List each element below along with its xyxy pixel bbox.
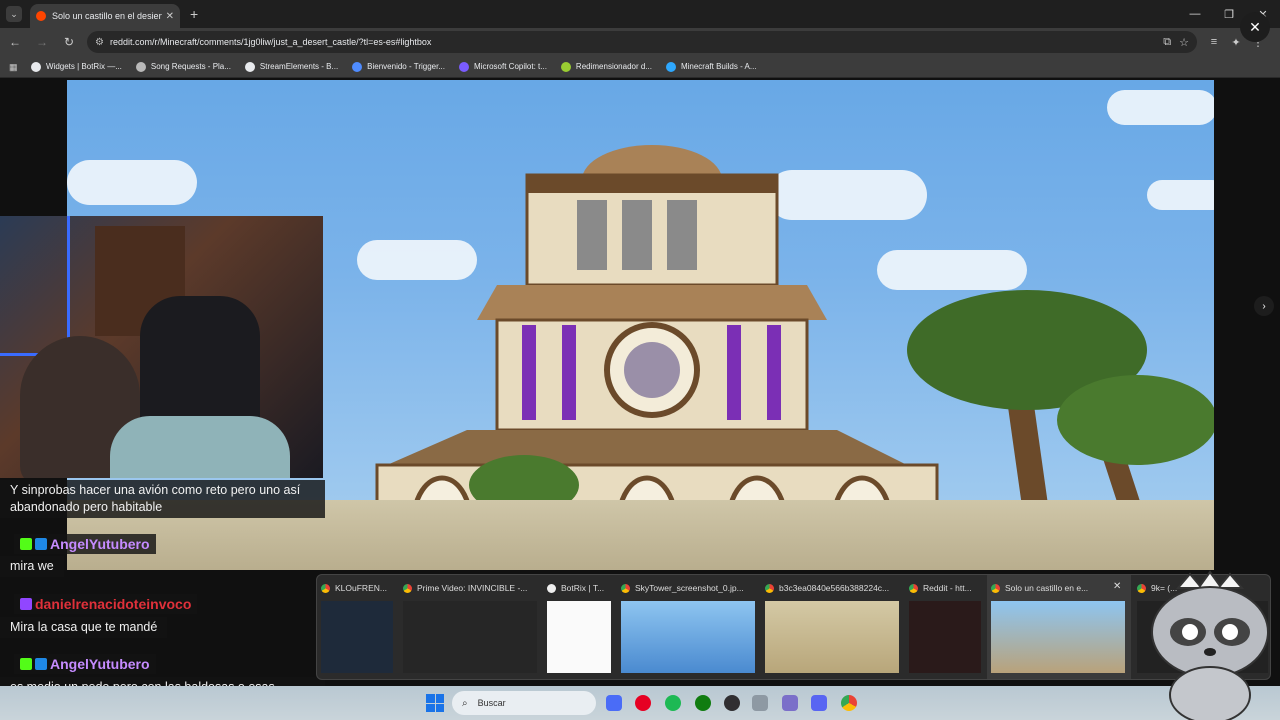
preview-thumbnail	[547, 601, 611, 673]
neon-frame	[0, 216, 70, 356]
close-lightbox-button[interactable]: ✕	[1240, 12, 1270, 42]
close-preview-icon[interactable]: ✕	[1113, 581, 1121, 592]
chat-message: Y sinprobas hacer una avión como reto pe…	[0, 480, 325, 518]
bookmark-item[interactable]: Widgets | BotRix —...	[31, 61, 122, 72]
bookmark-favicon-icon	[244, 61, 255, 72]
url-text: reddit.com/r/Minecraft/comments/1jg0liw/…	[109, 37, 432, 47]
reading-list-icon[interactable]: ≡	[1203, 36, 1225, 49]
bookmark-item[interactable]: Microsoft Copilot: t...	[459, 61, 547, 72]
forward-icon[interactable]: →	[30, 30, 54, 54]
botrix-icon	[547, 583, 556, 593]
chat-username: danielrenacidoteinvoco	[14, 594, 198, 614]
tab-close-icon[interactable]: ✕	[166, 11, 174, 22]
chrome-icon	[765, 583, 774, 593]
task-preview-active[interactable]: Solo un castillo en e... ✕	[987, 575, 1131, 679]
preview-thumbnail	[321, 601, 393, 673]
spotify-icon[interactable]	[665, 695, 681, 711]
bookmark-favicon-icon	[135, 61, 146, 72]
chat-username: AngelYutubero	[14, 534, 156, 554]
task-preview[interactable]: b3c3ea0840e566b388224c...	[761, 575, 903, 679]
cloud	[67, 160, 197, 205]
chrome-taskbar-icon[interactable]	[841, 695, 857, 711]
twitch-badge-icon	[20, 598, 32, 610]
windows-start-icon[interactable]	[426, 694, 444, 712]
chat-message: mira we	[0, 556, 64, 577]
xbox-icon[interactable]	[695, 695, 711, 711]
bookmark-favicon-icon	[560, 61, 571, 72]
app-icon[interactable]	[782, 695, 798, 711]
hoodie	[110, 416, 290, 478]
site-info-icon[interactable]: ⚙	[95, 37, 104, 48]
new-tab-icon[interactable]: +	[190, 6, 198, 22]
kick-badge-icon	[20, 538, 32, 550]
chrome-icon	[909, 583, 918, 593]
address-bar[interactable]: ⚙ reddit.com/r/Minecraft/comments/1jg0li…	[87, 31, 1197, 53]
next-image-button[interactable]: ›	[1254, 296, 1274, 316]
task-preview[interactable]: SkyTower_screenshot_0.jp...	[617, 575, 759, 679]
task-preview[interactable]: Prime Video: INVINCIBLE -...	[399, 575, 541, 679]
cloud	[1147, 180, 1214, 210]
kick-badge-icon	[20, 658, 32, 670]
bookmark-item[interactable]: Bienvenido - Trigger...	[352, 61, 445, 72]
bookmark-star-icon[interactable]: ☆	[1179, 36, 1189, 49]
bookmark-favicon-icon	[31, 61, 41, 72]
tab-title: Solo un castillo en el desierto.	[52, 11, 162, 21]
verified-badge-icon	[35, 658, 47, 670]
minimize-icon[interactable]: —	[1178, 0, 1212, 28]
chrome-icon	[1137, 583, 1146, 593]
cloud	[1107, 90, 1214, 125]
task-preview[interactable]: KLOuFREN...	[317, 575, 397, 679]
bookmark-favicon-icon	[459, 61, 469, 72]
app-icon[interactable]	[606, 695, 622, 711]
task-preview[interactable]: BotRix | T...	[543, 575, 615, 679]
task-preview[interactable]: Reddit - htt...	[905, 575, 985, 679]
preview-thumbnail	[991, 601, 1125, 673]
reddit-favicon-icon	[36, 11, 46, 21]
pinterest-icon[interactable]	[635, 695, 651, 711]
tab-reddit[interactable]: Solo un castillo en el desierto. ✕	[30, 4, 180, 28]
bookmark-item[interactable]: StreamElements - B...	[244, 61, 338, 72]
chrome-icon	[621, 583, 630, 593]
back-icon[interactable]: ←	[3, 30, 27, 54]
bookmarks-bar: ▦ Widgets | BotRix —... Song Requests - …	[0, 56, 1280, 78]
app-icon[interactable]	[752, 695, 768, 711]
bookmark-item[interactable]: Redimensionador d...	[560, 61, 652, 72]
discord-icon[interactable]	[811, 695, 827, 711]
webcam-feed	[0, 216, 323, 478]
chat-message: Mira la casa que te mandé	[0, 617, 168, 638]
windows-taskbar: ⌕ Buscar	[0, 686, 1280, 720]
install-icon[interactable]: ⧉	[1163, 36, 1171, 49]
obs-icon[interactable]	[724, 695, 740, 711]
preview-thumbnail	[621, 601, 755, 673]
chrome-icon	[991, 583, 1000, 593]
tab-search-icon[interactable]: ⌄	[6, 6, 22, 22]
reload-icon[interactable]: ↻	[57, 30, 81, 54]
tab-strip: ⌄ Solo un castillo en el desierto. ✕ + —…	[0, 0, 1280, 28]
verified-badge-icon	[35, 538, 47, 550]
taskbar-preview-strip: KLOuFREN... Prime Video: INVINCIBLE -...…	[316, 574, 1271, 680]
search-icon: ⌕	[462, 697, 468, 709]
bookmark-favicon-icon	[665, 61, 676, 72]
browser-toolbar: ← → ↻ ⚙ reddit.com/r/Minecraft/comments/…	[0, 28, 1280, 56]
stream-chat: Y sinprobas hacer una avión como reto pe…	[0, 478, 333, 720]
taskbar-search[interactable]: ⌕ Buscar	[452, 691, 596, 715]
bookmark-item[interactable]: Minecraft Builds - A...	[665, 61, 757, 72]
apps-grid-icon[interactable]: ▦	[9, 62, 21, 72]
bookmark-favicon-icon	[352, 61, 363, 72]
raccoon-mascot	[1151, 570, 1269, 720]
chat-username: AngelYutubero	[14, 654, 156, 674]
chrome-icon	[403, 583, 412, 593]
bookmark-item[interactable]: Song Requests - Pla...	[135, 61, 231, 72]
chrome-icon	[321, 583, 330, 593]
preview-thumbnail	[909, 601, 981, 673]
preview-thumbnail	[403, 601, 537, 673]
preview-thumbnail	[765, 601, 899, 673]
